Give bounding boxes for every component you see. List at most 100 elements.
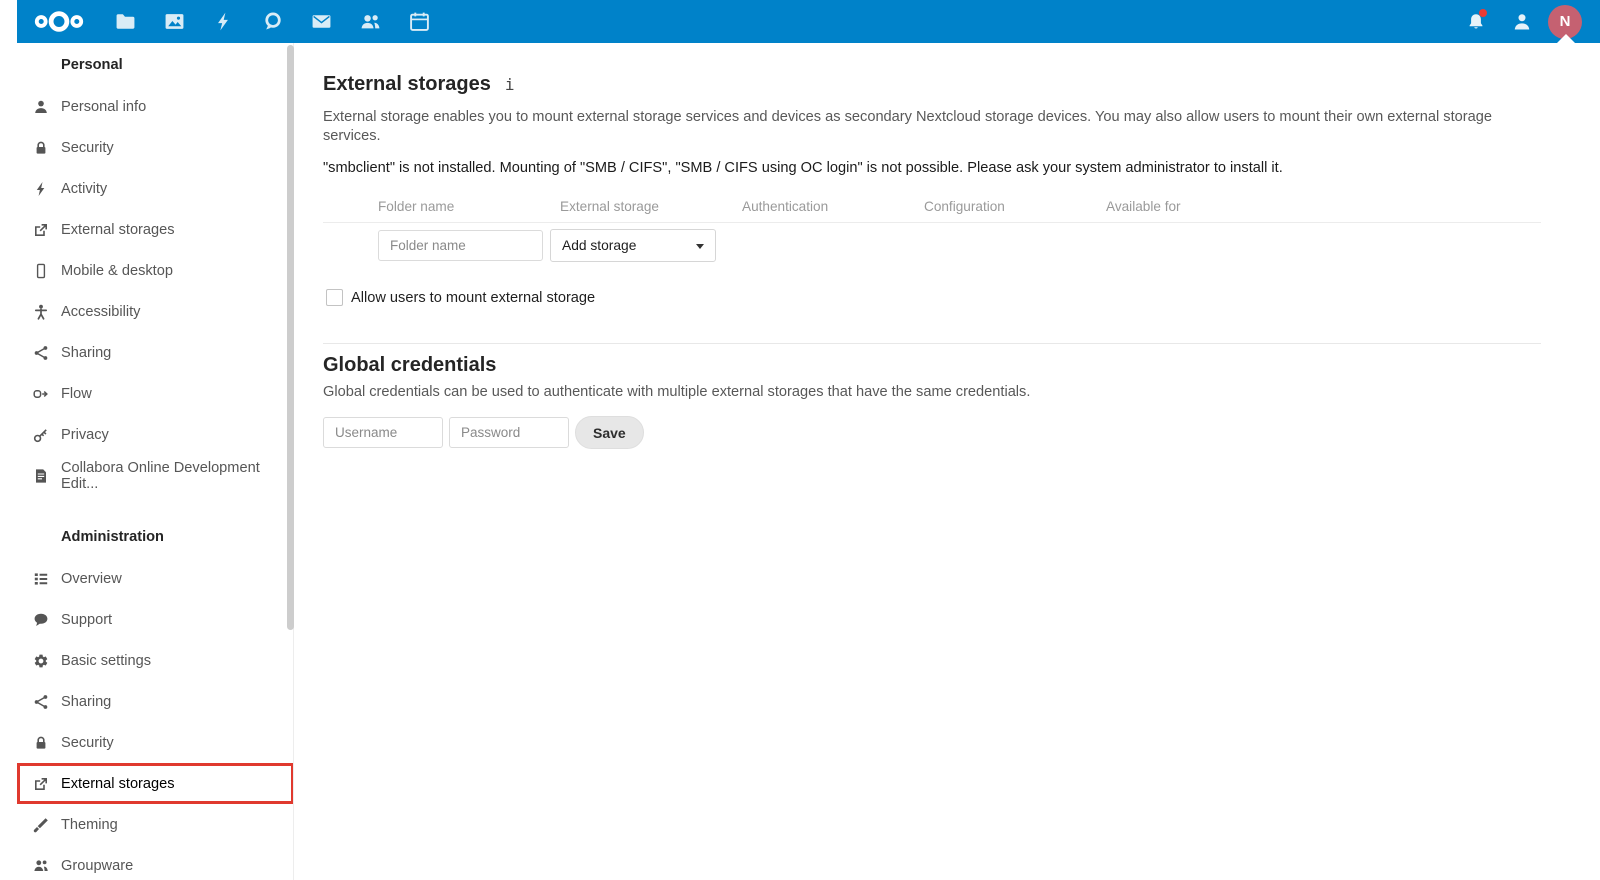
- header-bar: N: [17, 0, 1600, 43]
- smbclient-warning: "smbclient" is not installed. Mounting o…: [323, 160, 1283, 176]
- share-icon: [33, 345, 49, 361]
- sidebar-item-label: Accessibility: [61, 303, 141, 320]
- sidebar-section-personal: Personal: [61, 57, 123, 73]
- bolt-icon: [33, 181, 49, 197]
- username-field[interactable]: [323, 417, 443, 448]
- document-icon: [33, 468, 49, 484]
- chat-icon: [33, 612, 49, 628]
- sidebar-item-flow[interactable]: Flow: [17, 373, 294, 414]
- sidebar-item-label: Flow: [61, 385, 92, 402]
- add-storage-label: Add storage: [562, 238, 637, 253]
- storage-table-header: Folder name External storage Authenticatio…: [323, 199, 1541, 223]
- allow-users-label: Allow users to mount external storage: [351, 289, 596, 306]
- app-icon-list: [101, 0, 444, 43]
- sidebar-section-administration: Administration: [61, 529, 164, 545]
- column-header-authentication: Authentication: [742, 199, 829, 214]
- user-menu-caret: [1557, 34, 1575, 43]
- notification-dot: [1479, 9, 1487, 17]
- sidebar-item-external-storages[interactable]: External storages: [17, 209, 294, 250]
- photos-app-icon[interactable]: [150, 0, 199, 43]
- phone-icon: [33, 263, 49, 279]
- new-storage-row: Add storage: [323, 229, 1541, 262]
- folder-name-input[interactable]: [378, 230, 543, 261]
- sidebar-item-label: Personal info: [61, 98, 147, 115]
- add-storage-select[interactable]: Add storage: [550, 229, 716, 262]
- files-app-icon[interactable]: [101, 0, 150, 43]
- sidebar-item-label: Activity: [61, 180, 108, 197]
- activity-app-icon[interactable]: [199, 0, 248, 43]
- allow-users-checkbox[interactable]: [326, 289, 343, 306]
- sidebar-item-label: Basic settings: [61, 652, 152, 669]
- chevron-down-icon: [696, 243, 704, 249]
- accessibility-icon: [33, 304, 49, 320]
- calendar-app-icon[interactable]: [395, 0, 444, 43]
- sidebar-scrollbar[interactable]: [287, 45, 294, 630]
- notifications-bell-icon[interactable]: [1456, 0, 1496, 43]
- info-icon[interactable]: i: [505, 75, 515, 94]
- sidebar-item-label: Groupware: [61, 857, 134, 874]
- password-field[interactable]: [449, 417, 569, 448]
- sidebar-item-collabora-online-development-edit[interactable]: Collabora Online Development Edit...: [17, 455, 294, 496]
- sidebar-item-label: Security: [61, 734, 114, 751]
- external-icon: [33, 222, 49, 238]
- lock-icon: [33, 735, 49, 751]
- talk-app-icon[interactable]: [248, 0, 297, 43]
- key-icon: [33, 427, 49, 443]
- sidebar-item-label: Sharing: [61, 693, 112, 710]
- lock-icon: [33, 140, 49, 156]
- sidebar-item-privacy[interactable]: Privacy: [17, 414, 294, 455]
- settings-sidebar: Personal Personal info Security Activity Ext…: [17, 43, 294, 880]
- header-app-menu: [17, 0, 444, 43]
- sidebar-item-label: Mobile & desktop: [61, 262, 173, 279]
- sidebar-item-sharing[interactable]: Sharing: [17, 332, 294, 373]
- gear-icon: [33, 653, 49, 669]
- contacts-menu-icon[interactable]: [1502, 0, 1542, 43]
- user-icon: [33, 99, 49, 115]
- sidebar-item-label: Security: [61, 139, 114, 156]
- global-credentials-description: Global credentials can be used to authen…: [323, 384, 1031, 400]
- global-credentials-title: Global credentials: [323, 354, 497, 376]
- external-icon: [33, 776, 49, 792]
- sidebar-item-label: Overview: [61, 570, 122, 587]
- sidebar-item-external-storages-admin[interactable]: External storages: [17, 763, 294, 804]
- section-description: External storage enables you to mount ex…: [323, 109, 1492, 144]
- contacts-app-icon[interactable]: [346, 0, 395, 43]
- nextcloud-logo-icon[interactable]: [17, 9, 101, 34]
- sidebar-item-accessibility[interactable]: Accessibility: [17, 291, 294, 332]
- mail-app-icon[interactable]: [297, 0, 346, 43]
- section-divider: [323, 343, 1541, 344]
- flow-icon: [33, 386, 49, 402]
- group-icon: [33, 858, 49, 874]
- column-header-folder-name: Folder name: [378, 199, 455, 214]
- column-header-configuration: Configuration: [924, 199, 1005, 214]
- sidebar-item-security[interactable]: Security: [17, 127, 294, 168]
- sidebar-item-label: Theming: [61, 816, 118, 833]
- sidebar-item-label: External storages: [61, 775, 175, 792]
- allow-users-checkbox-row: Allow users to mount external storage: [326, 289, 1541, 306]
- column-header-external-storage: External storage: [560, 199, 659, 214]
- sidebar-item-label: Sharing: [61, 344, 112, 361]
- global-credentials-form: Save: [323, 416, 1541, 449]
- sidebar-item-label: External storages: [61, 221, 175, 238]
- avatar-initial: N: [1559, 13, 1571, 30]
- external-storages-settings: External storages i External storage ena…: [323, 43, 1541, 449]
- share-icon: [33, 694, 49, 710]
- sidebar-item-label: Support: [61, 611, 113, 628]
- sidebar-item-activity[interactable]: Activity: [17, 168, 294, 209]
- sidebar-item-basic-settings-admin[interactable]: Basic settings: [17, 640, 294, 681]
- sidebar-item-personal-info[interactable]: Personal info: [17, 86, 294, 127]
- column-header-available-for: Available for: [1106, 199, 1181, 214]
- status-column-spacer: [323, 199, 378, 214]
- sidebar-item-overview-admin[interactable]: Overview: [17, 558, 294, 599]
- sidebar-item-sharing-admin[interactable]: Sharing: [17, 681, 294, 722]
- sidebar-item-support-admin[interactable]: Support: [17, 599, 294, 640]
- sidebar-item-mobile-desktop[interactable]: Mobile & desktop: [17, 250, 294, 291]
- sidebar-item-label: Collabora Online Development Edit...: [61, 459, 260, 492]
- sidebar-item-security-admin[interactable]: Security: [17, 722, 294, 763]
- sidebar-item-theming-admin[interactable]: Theming: [17, 804, 294, 845]
- sidebar-item-groupware-admin[interactable]: Groupware: [17, 845, 294, 880]
- brush-icon: [33, 817, 49, 833]
- list-icon: [33, 571, 49, 587]
- sidebar-item-label: Privacy: [61, 426, 109, 443]
- save-button[interactable]: Save: [575, 416, 644, 449]
